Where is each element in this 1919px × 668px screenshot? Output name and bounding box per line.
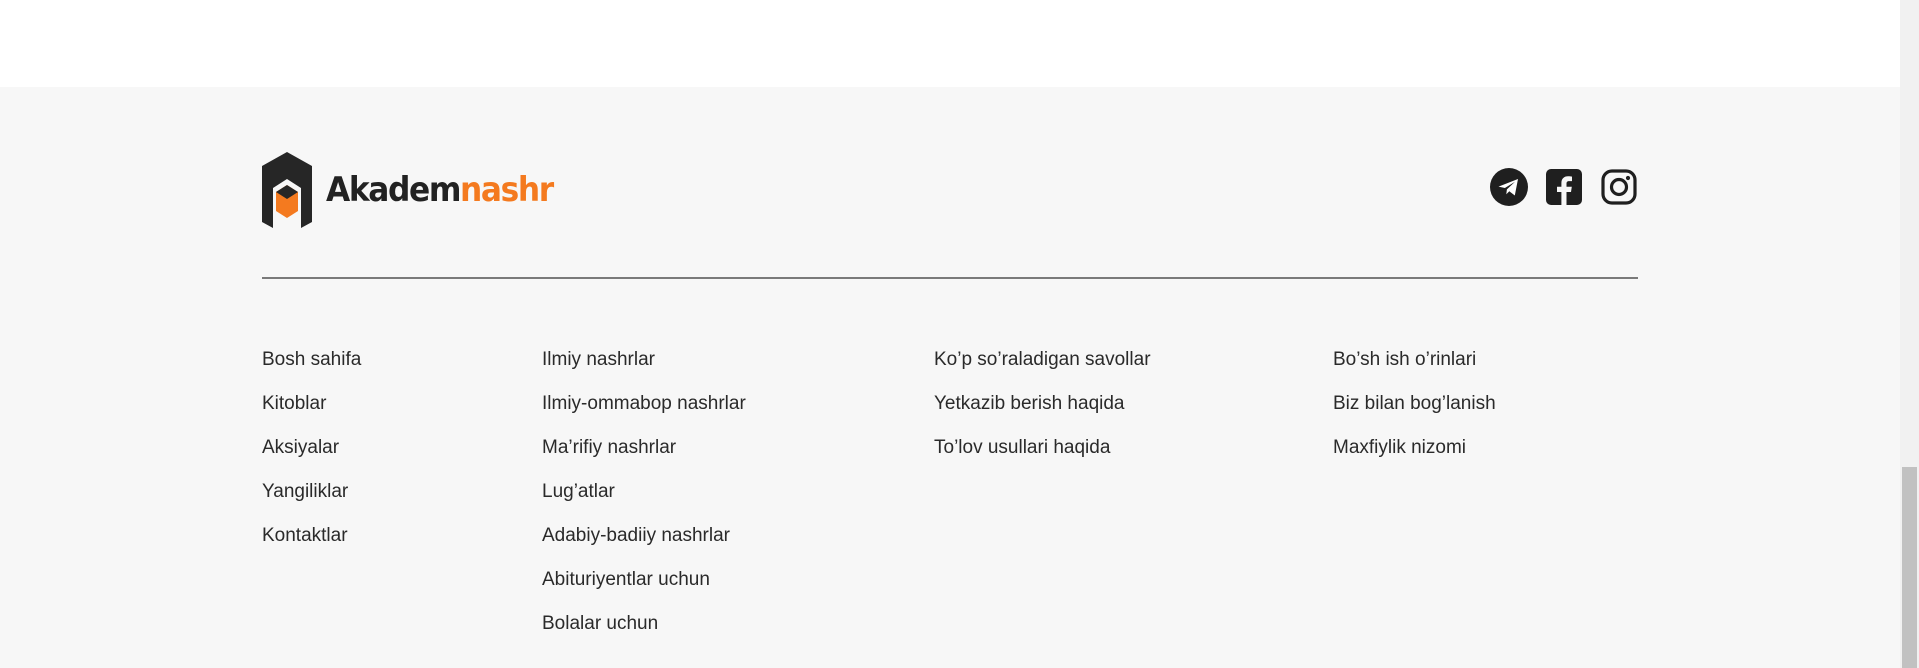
- list-item: Biz bilan bog’lanish: [1333, 393, 1496, 437]
- list-item: Ilmiy nashrlar: [542, 349, 746, 393]
- footer-link-books[interactable]: Kitoblar: [262, 393, 326, 414]
- footer-link-home[interactable]: Bosh sahifa: [262, 349, 361, 370]
- footer-link-scientific[interactable]: Ilmiy nashrlar: [542, 349, 655, 370]
- telegram-link[interactable]: [1490, 168, 1528, 206]
- footer-link-fiction[interactable]: Adabiy-badiiy nashrlar: [542, 525, 730, 546]
- list-item: Bolalar uchun: [542, 613, 746, 657]
- list-item: Aksiyalar: [262, 437, 361, 481]
- footer-link-privacy-policy[interactable]: Maxfiylik nizomi: [1333, 437, 1466, 458]
- list-item: Ilmiy-ommabop nashrlar: [542, 393, 746, 437]
- footer-link-popular-science[interactable]: Ilmiy-ommabop nashrlar: [542, 393, 746, 414]
- list-item: Abituriyentlar uchun: [542, 569, 746, 613]
- footer-link-dictionaries[interactable]: Lug’atlar: [542, 481, 615, 502]
- footer-link-payment[interactable]: To’lov usullari haqida: [934, 437, 1110, 458]
- footer-column-categories: Ilmiy nashrlar Ilmiy-ommabop nashrlar Ma…: [542, 349, 746, 657]
- instagram-icon: [1601, 169, 1637, 205]
- list-item: Kitoblar: [262, 393, 361, 437]
- facebook-link[interactable]: [1545, 168, 1583, 206]
- list-item: Ma’rifiy nashrlar: [542, 437, 746, 481]
- list-item: Ko’p so’raladigan savollar: [934, 349, 1151, 393]
- brand-name-part1: Akadem: [326, 170, 461, 210]
- footer-link-vacancies[interactable]: Bo’sh ish o’rinlari: [1333, 349, 1476, 370]
- footer-link-children[interactable]: Bolalar uchun: [542, 613, 658, 634]
- footer-link-faq[interactable]: Ko’p so’raladigan savollar: [934, 349, 1151, 370]
- footer-link-promotions[interactable]: Aksiyalar: [262, 437, 339, 458]
- list-item: Yangiliklar: [262, 481, 361, 525]
- footer-column-company: Bo’sh ish o’rinlari Biz bilan bog’lanish…: [1333, 349, 1496, 481]
- footer-column-main: Bosh sahifa Kitoblar Aksiyalar Yangilikl…: [262, 349, 361, 569]
- social-links: [1490, 168, 1638, 206]
- scrollbar-thumb[interactable]: [1902, 467, 1917, 668]
- footer-link-delivery[interactable]: Yetkazib berish haqida: [934, 393, 1125, 414]
- footer-link-applicants[interactable]: Abituriyentlar uchun: [542, 569, 710, 590]
- list-item: Bosh sahifa: [262, 349, 361, 393]
- telegram-icon: [1490, 168, 1528, 206]
- footer-divider: [262, 277, 1638, 279]
- footer-link-contact-us[interactable]: Biz bilan bog’lanish: [1333, 393, 1496, 414]
- brand-name: Akademnashr: [326, 170, 554, 210]
- footer-link-educational[interactable]: Ma’rifiy nashrlar: [542, 437, 676, 458]
- footer-column-help: Ko’p so’raladigan savollar Yetkazib beri…: [934, 349, 1151, 481]
- brand-logo[interactable]: Akademnashr: [262, 152, 573, 228]
- footer-link-news[interactable]: Yangiliklar: [262, 481, 348, 502]
- brand-name-part2: nashr: [460, 170, 554, 210]
- footer-link-contacts[interactable]: Kontaktlar: [262, 525, 348, 546]
- footer-container: Akademnashr Bosh sahifa Kitoblar Aksiyal…: [262, 87, 1638, 668]
- facebook-icon: [1546, 169, 1582, 205]
- list-item: Kontaktlar: [262, 525, 361, 569]
- list-item: Bo’sh ish o’rinlari: [1333, 349, 1496, 393]
- site-footer: Akademnashr Bosh sahifa Kitoblar Aksiyal…: [0, 87, 1900, 668]
- list-item: Lug’atlar: [542, 481, 746, 525]
- list-item: Maxfiylik nizomi: [1333, 437, 1496, 481]
- page-scrollbar[interactable]: [1900, 0, 1919, 668]
- list-item: Yetkazib berish haqida: [934, 393, 1151, 437]
- list-item: Adabiy-badiiy nashrlar: [542, 525, 746, 569]
- page-content-area: [0, 0, 1900, 87]
- instagram-link[interactable]: [1600, 168, 1638, 206]
- list-item: To’lov usullari haqida: [934, 437, 1151, 481]
- brand-logo-icon: [262, 152, 312, 228]
